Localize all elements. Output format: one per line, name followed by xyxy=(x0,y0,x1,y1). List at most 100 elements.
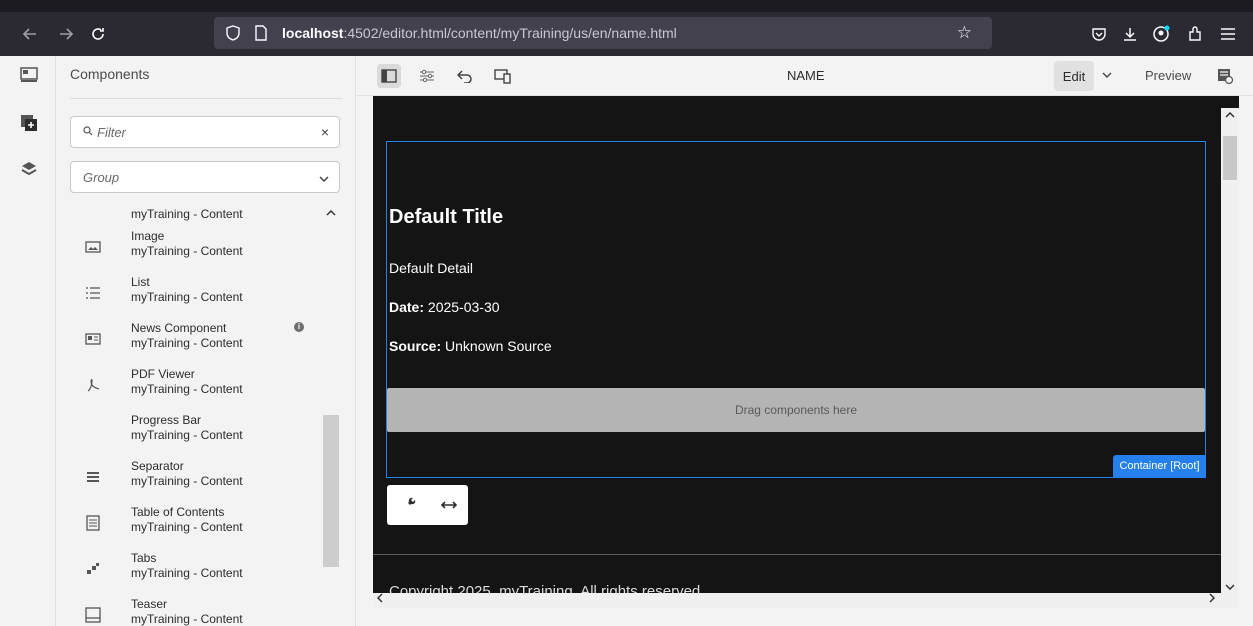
filter-input[interactable]: Filter × xyxy=(70,116,340,148)
component-group: myTraining - Content xyxy=(131,336,243,350)
scroll-left-icon[interactable] xyxy=(376,593,383,606)
list-scroll-thumb[interactable] xyxy=(323,415,339,567)
list-item[interactable]: PDF Viewer myTraining - Content xyxy=(56,364,324,410)
mode-chevron-down-icon[interactable] xyxy=(1102,67,1112,81)
vertical-scroll-thumb[interactable] xyxy=(1223,136,1237,180)
list-item[interactable]: Tabs myTraining - Content xyxy=(56,548,324,594)
wrench-icon[interactable] xyxy=(397,491,425,519)
component-toolbar xyxy=(387,485,468,525)
news-source: Source: Unknown Source xyxy=(389,338,552,354)
content-tree-icon[interactable] xyxy=(20,160,38,178)
undo-icon[interactable] xyxy=(453,64,477,88)
list-item[interactable]: Teaser myTraining - Content xyxy=(56,594,324,626)
scroll-up-icon[interactable] xyxy=(1225,110,1235,121)
list-item[interactable]: List myTraining - Content xyxy=(56,272,324,318)
page-icon[interactable] xyxy=(252,24,270,42)
menu-icon[interactable] xyxy=(1216,22,1240,46)
download-icon[interactable] xyxy=(1118,22,1142,46)
components-list: myTraining - Content Image myTraining - … xyxy=(56,201,356,626)
filter-placeholder: Filter xyxy=(97,124,126,140)
page-info-icon[interactable] xyxy=(1213,64,1237,88)
emulator-icon[interactable] xyxy=(491,64,515,88)
shield-icon[interactable] xyxy=(224,24,242,42)
components-panel: Components Filter × Group myTraining - C… xyxy=(56,56,356,626)
component-name: List xyxy=(131,275,150,289)
component-name: Image xyxy=(131,229,165,243)
list-scrollbar[interactable] xyxy=(322,201,340,626)
list-item[interactable]: Separator myTraining - Content xyxy=(56,456,324,502)
component-name: Table of Contents xyxy=(131,505,225,519)
tab-strip xyxy=(0,0,1253,12)
scroll-down-icon[interactable] xyxy=(1225,582,1235,593)
edit-mode-button[interactable]: Edit xyxy=(1054,61,1094,91)
component-name: News Component xyxy=(131,321,227,335)
search-icon xyxy=(83,125,93,139)
pocket-icon[interactable] xyxy=(1087,22,1111,46)
list-item[interactable]: Progress Bar myTraining - Content xyxy=(56,410,324,456)
component-group: myTraining - Content xyxy=(131,428,243,442)
extensions-icon[interactable] xyxy=(1183,22,1207,46)
scroll-down-icon[interactable] xyxy=(326,619,336,626)
group-select[interactable]: Group xyxy=(70,161,340,193)
teaser-icon xyxy=(84,606,102,624)
news-title: Default Title xyxy=(389,206,504,228)
date-label: Date: xyxy=(389,299,425,315)
component-name: Teaser xyxy=(131,597,168,611)
date-value: 2025-03-30 xyxy=(424,299,500,315)
page-canvas: Default Title Default Detail Date: 2025-… xyxy=(373,96,1239,608)
container-badge[interactable]: Container [Root] xyxy=(1113,455,1206,477)
scroll-right-icon[interactable] xyxy=(1209,593,1216,606)
page-properties-icon[interactable] xyxy=(415,64,439,88)
list-item[interactable]: News Component myTraining - Content i xyxy=(56,318,324,364)
news-detail: Default Detail xyxy=(389,260,474,276)
address-bar[interactable]: localhost:4502/editor.html/content/myTra… xyxy=(214,17,992,49)
news-icon xyxy=(84,330,102,348)
toggle-side-panel-icon[interactable] xyxy=(377,64,401,88)
star-icon[interactable]: ☆ xyxy=(957,23,972,43)
info-icon[interactable]: i xyxy=(294,322,304,332)
editor-toolbar: NAME Edit Preview xyxy=(357,56,1253,96)
components-icon[interactable] xyxy=(20,114,38,132)
separator-icon xyxy=(84,468,102,486)
component-name: Separator xyxy=(131,459,184,473)
component-group: myTraining - Content xyxy=(131,382,243,396)
reload-icon[interactable] xyxy=(86,22,110,46)
root-container[interactable]: Default Title Default Detail Date: 2025-… xyxy=(386,141,1206,478)
news-date: Date: 2025-03-30 xyxy=(389,299,500,315)
canvas-vertical-scrollbar[interactable] xyxy=(1221,108,1239,608)
url-text: localhost:4502/editor.html/content/myTra… xyxy=(282,25,677,41)
component-name: Tabs xyxy=(131,551,157,565)
preview-button[interactable]: Preview xyxy=(1145,68,1191,83)
list-item[interactable]: Image myTraining - Content xyxy=(56,226,324,272)
component-group: myTraining - Content xyxy=(131,474,243,488)
clear-icon[interactable]: × xyxy=(321,124,329,140)
scroll-up-icon[interactable] xyxy=(326,203,336,221)
account-icon[interactable] xyxy=(1149,22,1173,46)
resize-icon[interactable] xyxy=(435,491,463,519)
list-icon xyxy=(84,284,102,302)
tabs-icon xyxy=(84,560,102,578)
component-name: Progress Bar xyxy=(131,413,202,427)
url-host: localhost xyxy=(282,25,344,41)
assets-icon[interactable] xyxy=(20,66,38,84)
component-group: myTraining - Content xyxy=(131,520,243,534)
canvas-horizontal-scrollbar[interactable] xyxy=(373,593,1221,608)
source-value: Unknown Source xyxy=(441,338,552,354)
source-label: Source: xyxy=(389,338,442,354)
component-group: myTraining - Content xyxy=(131,566,243,580)
drop-zone[interactable]: Drag components here xyxy=(387,388,1205,432)
toc-icon xyxy=(84,514,102,532)
pdf-icon xyxy=(84,376,102,394)
component-name: PDF Viewer xyxy=(131,367,195,381)
url-path: :4502/editor.html/content/myTraining/us/… xyxy=(343,25,677,41)
list-item[interactable]: Table of Contents myTraining - Content xyxy=(56,502,324,548)
footer-divider xyxy=(373,554,1239,555)
component-group: myTraining - Content xyxy=(131,244,243,258)
browser-toolbar: localhost:4502/editor.html/content/myTra… xyxy=(0,0,1253,56)
component-group: myTraining - Content xyxy=(131,612,243,626)
chevron-down-icon xyxy=(319,169,329,185)
back-icon[interactable] xyxy=(18,22,42,46)
forward-icon[interactable] xyxy=(54,22,78,46)
panel-title: Components xyxy=(70,66,150,82)
component-group: myTraining - Content xyxy=(131,207,243,221)
